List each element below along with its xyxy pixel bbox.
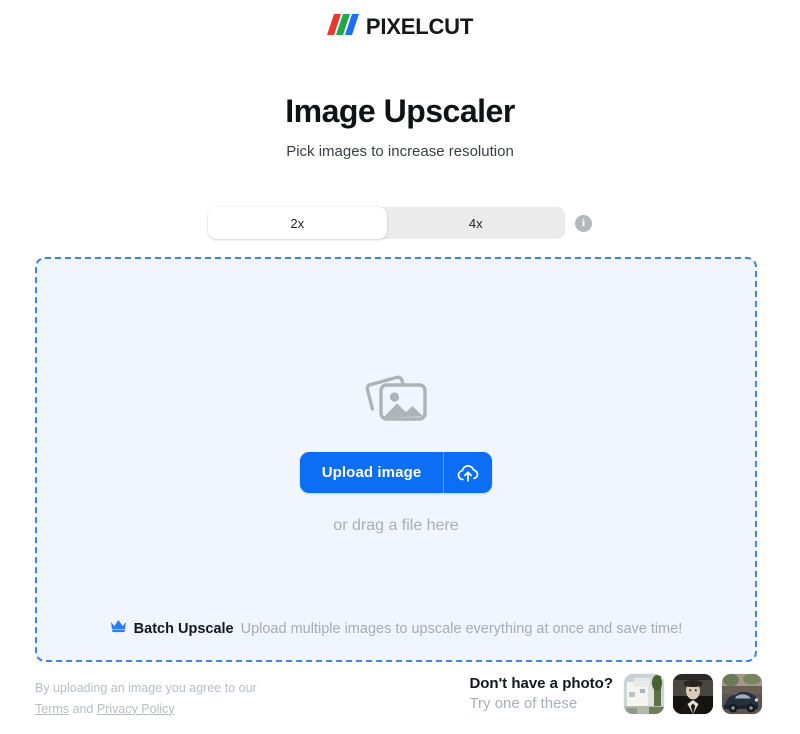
- upload-image-button-label: Upload image: [321, 464, 422, 481]
- brand-logo[interactable]: PIXELCUT: [0, 14, 800, 40]
- sample-images-text: Don't have a photo? Try one of these: [469, 674, 613, 715]
- upload-image-button[interactable]: Upload image: [299, 452, 493, 493]
- cloud-upload-icon[interactable]: [444, 452, 492, 493]
- brand-name: PIXELCUT: [365, 14, 474, 39]
- sample-thumbnail-car[interactable]: [722, 674, 762, 715]
- privacy-policy-link[interactable]: Privacy Policy: [97, 702, 175, 716]
- image-upscaler-page: PIXELCUT Image Upscaler Pick images to i…: [0, 0, 800, 734]
- page-subtitle: Pick images to increase resolution: [286, 143, 514, 160]
- drag-file-hint: or drag a file here: [333, 517, 459, 534]
- sample-images-title: Don't have a photo?: [469, 675, 613, 692]
- sample-images-section: Don't have a photo? Try one of these: [469, 674, 762, 715]
- dropzone-center-content: Upload image or drag a file here: [37, 371, 755, 535]
- crown-icon: [110, 619, 127, 638]
- photo-stack-icon: [363, 371, 429, 428]
- sample-thumbnail-portrait[interactable]: [673, 674, 713, 715]
- batch-upscale-row[interactable]: Batch Upscale Upload multiple images to …: [37, 619, 755, 638]
- legal-prefix: By uploading an image you agree to our: [35, 681, 257, 695]
- scale-option-4x[interactable]: 4x: [387, 207, 566, 239]
- batch-upscale-description: Upload multiple images to upscale everyt…: [240, 620, 683, 637]
- sample-thumbnail-house[interactable]: [624, 674, 664, 715]
- scale-segmented-control[interactable]: 2x 4x: [208, 207, 565, 239]
- batch-upscale-title: Batch Upscale: [133, 620, 234, 637]
- info-icon[interactable]: i: [575, 214, 592, 232]
- page-title: Image Upscaler: [285, 93, 515, 129]
- scale-option-2x[interactable]: 2x: [208, 207, 387, 239]
- upload-dropzone[interactable]: Upload image or drag a file here Batch U: [35, 257, 757, 662]
- terms-link[interactable]: Terms: [35, 702, 69, 716]
- pixelcut-slashes-icon: [326, 14, 361, 40]
- legal-notice: By uploading an image you agree to our T…: [35, 678, 257, 719]
- sample-images-subtitle: Try one of these: [469, 695, 578, 713]
- scale-toggle-row: 2x 4x i: [0, 207, 800, 239]
- legal-and: and: [72, 701, 94, 716]
